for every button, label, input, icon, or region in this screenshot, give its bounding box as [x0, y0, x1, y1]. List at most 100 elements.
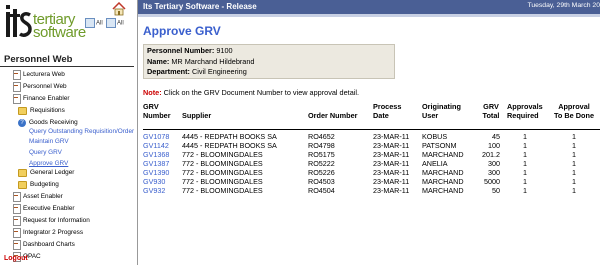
page-icon	[12, 228, 21, 238]
folder-icon	[18, 169, 27, 177]
sidebar-item-dashboard-charts[interactable]: Dashboard Charts	[12, 240, 75, 250]
table-row: GV932 772 - BLOOMINGDALES RO4504 23-MAR-11 M…	[138, 186, 600, 195]
sidebar-link-query-outstanding[interactable]: Query Outstanding Requisition/Order	[29, 127, 134, 137]
col-header-line: User	[422, 110, 439, 120]
sidebar-item-executive-enabler[interactable]: Executive Enabler	[12, 204, 75, 214]
sidebar-link-maintain-grv[interactable]: Maintain GRV	[29, 137, 69, 147]
supplier-cell: 772 - BLOOMINGDALES	[182, 168, 263, 177]
originating-user-cell: MARCHAND	[422, 177, 464, 186]
app-title: Its Tertiary Software - Release	[143, 2, 257, 11]
grv-total-cell: 201.2	[482, 150, 500, 159]
order-number-cell: RO4503	[308, 177, 335, 186]
order-number-cell: RO5175	[308, 150, 335, 159]
sidebar-item-label: Requisitions	[30, 107, 65, 114]
page-icon	[12, 192, 21, 202]
all-label: All	[117, 20, 124, 27]
sidebar-item-personnel-web[interactable]: Personnel Web	[12, 82, 67, 92]
personnel-department-row: Department: Civil Engineering	[147, 67, 391, 78]
sidebar-item-asset-enabler[interactable]: Asset Enabler	[12, 192, 63, 202]
order-number-cell: RO4504	[308, 186, 335, 195]
page-icon	[12, 216, 21, 226]
approvals-required-cell: 1	[523, 186, 527, 195]
main-content: Approve GRV Personnel Number: 9100 Name:…	[138, 17, 600, 265]
grv-number-link[interactable]: GV1387	[143, 159, 179, 168]
supplier-cell: 772 - BLOOMINGDALES	[182, 186, 263, 195]
approvals-required-cell: 1	[523, 141, 527, 150]
col-header-line: To Be Done	[554, 110, 594, 120]
its-logo-mark	[6, 5, 32, 37]
sidebar-item-general-ledger[interactable]: General Ledger	[18, 168, 74, 178]
sidebar-title: Personnel Web	[4, 54, 73, 65]
page-icon	[12, 94, 21, 104]
sidebar-item-integrator-2-progress[interactable]: Integrator 2 Progress	[12, 228, 83, 238]
originating-user-cell: MARCHAND	[422, 150, 464, 159]
sidebar-item-label: Lecturera Web	[23, 71, 65, 78]
process-date-cell: 23-MAR-11	[373, 159, 410, 168]
personnel-info-box: Personnel Number: 9100 Name: MR Marchand…	[143, 44, 395, 79]
order-number-cell: RO4798	[308, 141, 335, 150]
process-date-cell: 23-MAR-11	[373, 177, 410, 186]
order-number-cell: RO5226	[308, 168, 335, 177]
sidebar-link-query-grv[interactable]: Query GRV	[29, 148, 62, 158]
left-panel: tertiary software All All Personnel Web …	[0, 0, 137, 265]
page-icon	[12, 240, 21, 250]
col-supplier: Supplier	[182, 110, 212, 120]
table-row: GV930 772 - BLOOMINGDALES RO4503 23-MAR-11 M…	[138, 177, 600, 186]
process-date-cell: 23-MAR-11	[373, 141, 410, 150]
col-order-number: Order Number	[308, 110, 358, 120]
grv-number-link[interactable]: GV930	[143, 177, 179, 186]
sidebar-item-label: Dashboard Charts	[23, 241, 75, 248]
order-number-cell: RO4652	[308, 132, 335, 141]
grv-total-cell: 300	[488, 159, 500, 168]
supplier-cell: 772 - BLOOMINGDALES	[182, 150, 263, 159]
logout-link[interactable]: Logout	[4, 255, 28, 262]
grv-number-link[interactable]: GV1390	[143, 168, 179, 177]
grv-total-cell: 5000	[484, 177, 500, 186]
grv-number-link[interactable]: GV932	[143, 186, 179, 195]
originating-user-cell: KOBUS	[422, 132, 448, 141]
approval-to-be-done-cell: 1	[572, 168, 576, 177]
note-label: Note:	[143, 88, 162, 97]
supplier-cell: 4445 - REDPATH BOOKS SA	[182, 132, 277, 141]
sidebar-item-requisitions[interactable]: Requisitions	[18, 106, 65, 116]
originating-user-cell: PATSONM	[422, 141, 457, 150]
approvals-required-cell: 1	[523, 150, 527, 159]
sidebar-item-label: Executive Enabler	[23, 205, 75, 212]
all-icon[interactable]: All	[85, 18, 103, 28]
page-icon	[12, 204, 21, 214]
sidebar-item-lecturera-web[interactable]: Lecturera Web	[12, 70, 65, 80]
approvals-required-cell: 1	[523, 159, 527, 168]
sidebar-item-label: Personnel Web	[23, 83, 67, 90]
home-icon[interactable]	[112, 2, 126, 16]
personnel-department-label: Department:	[147, 67, 190, 76]
col-process-date: Process Date	[373, 102, 401, 120]
col-originating-user: Originating User	[422, 102, 461, 120]
grv-total-cell: 100	[488, 141, 500, 150]
folder-icon	[18, 181, 27, 189]
page-title: Approve GRV	[143, 24, 221, 38]
grv-total-cell: 50	[492, 186, 500, 195]
col-header-line: Total	[482, 110, 500, 120]
page-icon	[12, 70, 21, 80]
sidebar-item-budgeting[interactable]: Budgeting	[18, 180, 59, 190]
table-row: GV1390 772 - BLOOMINGDALES RO5226 23-MAR-11…	[138, 168, 600, 177]
grv-number-link[interactable]: GV1078	[143, 132, 179, 141]
grv-number-link[interactable]: GV1368	[143, 150, 179, 159]
originating-user-cell: MARCHAND	[422, 168, 464, 177]
sidebar-item-request-for-information[interactable]: Request for Information	[12, 216, 90, 226]
grv-number-link[interactable]: GV1142	[143, 141, 179, 150]
logo: tertiary software All All	[0, 0, 137, 48]
col-header-line: Number	[143, 110, 171, 120]
personnel-name-label: Name:	[147, 56, 170, 66]
grv-total-cell: 300	[488, 168, 500, 177]
note-text: Note: Click on the GRV Document Number t…	[143, 88, 359, 97]
order-number-cell: RO5222	[308, 159, 335, 168]
approval-to-be-done-cell: 1	[572, 186, 576, 195]
approvals-required-cell: 1	[523, 177, 527, 186]
sidebar-item-label: General Ledger	[30, 169, 75, 176]
sidebar-divider	[0, 66, 134, 67]
all-icon[interactable]: All	[106, 18, 124, 28]
sidebar-item-finance-enabler[interactable]: Finance Enabler	[12, 94, 70, 104]
sidebar-item-label: Finance Enabler	[23, 95, 70, 102]
table-header: GRV Number Supplier Order Number Process D…	[138, 102, 600, 128]
